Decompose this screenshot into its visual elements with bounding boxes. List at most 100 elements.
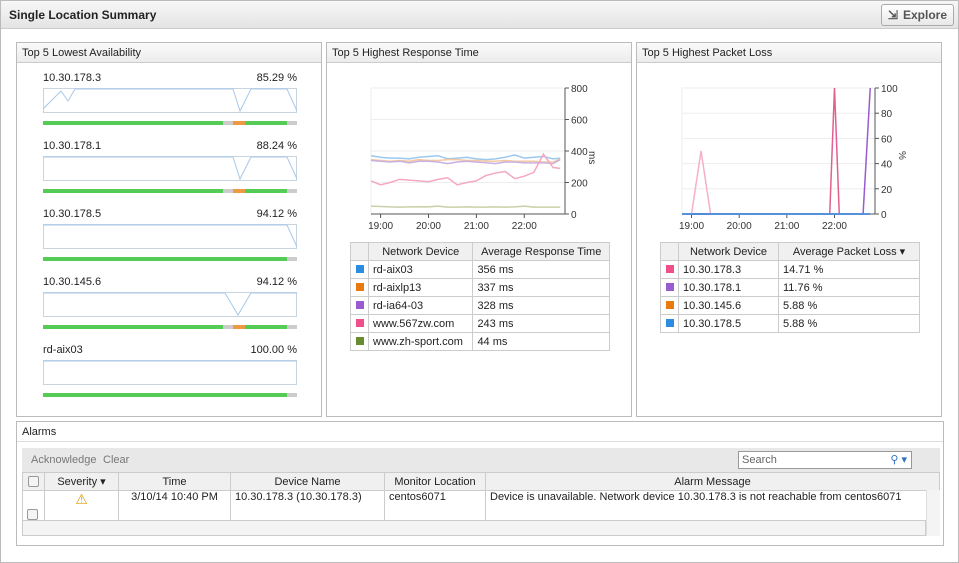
horizontal-scrollbar[interactable] (22, 520, 926, 536)
bar-segment (245, 325, 287, 329)
bar-segment (43, 121, 223, 125)
col-value[interactable]: Average Response Time (472, 242, 610, 261)
row-checkbox[interactable] (27, 508, 38, 520)
alarm-time: 3/10/14 10:40 PM (118, 490, 231, 521)
sparkline (43, 156, 297, 181)
availability-bar (43, 257, 297, 261)
alarm-location: centos6071 (384, 490, 486, 521)
legend-swatch (665, 264, 674, 273)
table-row[interactable]: ⚠ 3/10/14 10:40 PM 10.30.178.3 (10.30.17… (22, 490, 940, 521)
availability-value: 94.12 % (256, 276, 297, 288)
search-icon[interactable]: ⚲ ▾ (890, 453, 907, 466)
sparkline (43, 88, 297, 113)
value: 44 ms (472, 332, 610, 351)
value: 337 ms (472, 278, 610, 297)
x-tick-label: 19:00 (679, 221, 704, 232)
legend-swatch (355, 264, 364, 273)
availability-value: 88.24 % (256, 140, 297, 152)
device-name: 10.30.178.3 (43, 72, 102, 84)
table-row[interactable]: 10.30.178.3 14.71 % (660, 260, 921, 279)
y-axis-label: % (896, 151, 907, 160)
bar-segment (233, 189, 245, 193)
alarms-table: Severity ▾ Time Device Name Monitor Loca… (22, 472, 940, 521)
y-tick-label: 20 (881, 185, 893, 196)
device-name: 10.30.178.1 (43, 140, 102, 152)
table-row[interactable]: rd-aixlp13 337 ms (350, 278, 610, 297)
col-alarm-message[interactable]: Alarm Message (485, 472, 940, 491)
bar-segment (287, 189, 297, 193)
availability-value: 100.00 % (250, 344, 297, 356)
bar-segment (233, 121, 245, 125)
explore-icon: ⇲ (887, 8, 898, 22)
col-time[interactable]: Time (118, 472, 231, 491)
y-tick-label: 400 (571, 147, 588, 158)
packet-loss-chart: 0 20 40 60 80 100% 19:00 20:00 21:00 22:00 (679, 84, 907, 232)
device-name: www.567zw.com (367, 314, 474, 333)
availability-bar (43, 325, 297, 329)
value: 356 ms (472, 260, 610, 279)
explore-label: Explore (902, 8, 947, 22)
device-name: 10.30.145.6 (43, 276, 102, 288)
col-severity[interactable]: Severity ▾ (44, 472, 119, 491)
bar-segment (287, 121, 297, 125)
header-bar: Single Location Summary ⇲ Explore (1, 1, 958, 29)
table-row[interactable]: 10.30.178.1 11.76 % (660, 278, 921, 297)
bar-segment (43, 325, 223, 329)
availability-value: 94.12 % (256, 208, 297, 220)
bar-segment (223, 189, 233, 193)
value: 14.71 % (777, 260, 921, 279)
table-row[interactable]: www.zh-sport.com 44 ms (350, 332, 610, 351)
device-name: 10.30.145.6 (678, 296, 779, 315)
bar-segment (43, 189, 223, 193)
bar-segment (223, 121, 233, 125)
x-tick-label: 22:00 (512, 221, 537, 232)
table-row[interactable]: 10.30.178.5 5.88 % (660, 314, 921, 333)
response-time-chart: 0 200 400 600 800 ms 19:00 20:00 21:00 22:00 (368, 84, 597, 232)
value: 11.76 % (777, 278, 921, 297)
sparkline (43, 292, 297, 317)
device-name: rd-ia64-03 (367, 296, 474, 315)
panel-title: Top 5 Lowest Availability (17, 43, 321, 63)
sparkline (43, 224, 297, 249)
clear-button[interactable]: Clear (103, 454, 129, 466)
device-name: 10.30.178.3 (678, 260, 779, 279)
col-device[interactable]: Network Device (678, 242, 779, 261)
col-device[interactable]: Network Device (367, 242, 474, 261)
response-time-panel: Top 5 Highest Response Time 0 200 400 600 80… (326, 42, 632, 417)
table-row[interactable]: www.567zw.com 243 ms (350, 314, 610, 333)
y-tick-label: 0 (881, 210, 887, 221)
vertical-scrollbar[interactable] (926, 490, 940, 536)
y-tick-label: 600 (571, 116, 588, 127)
bar-segment (287, 257, 297, 261)
table-row[interactable]: rd-ia64-03 328 ms (350, 296, 610, 315)
value: 5.88 % (777, 314, 921, 333)
panel-title: Alarms (17, 422, 943, 442)
availability-value: 85.29 % (256, 72, 297, 84)
packet-loss-panel: Top 5 Highest Packet Loss 0 20 40 60 80 100% 1… (636, 42, 942, 417)
device-name: 10.30.178.5 (678, 314, 779, 333)
legend-swatch (665, 282, 674, 291)
alarm-device: 10.30.178.3 (10.30.178.3) (230, 490, 385, 521)
search-input[interactable]: Search ⚲ ▾ (738, 451, 912, 469)
col-monitor-location[interactable]: Monitor Location (384, 472, 486, 491)
col-value[interactable]: Average Packet Loss ▾ (777, 242, 921, 261)
bar-segment (245, 121, 287, 125)
select-all-checkbox[interactable] (28, 476, 39, 488)
alarm-message: Device is unavailable. Network device 10… (485, 490, 940, 521)
table-row[interactable]: 10.30.145.6 5.88 % (660, 296, 921, 315)
availability-panel: Top 5 Lowest Availability 10.30.178.3 85.… (16, 42, 322, 417)
x-tick-label: 19:00 (368, 221, 393, 232)
alarms-toolbar: Acknowledge Clear Search ⚲ ▾ (22, 448, 940, 472)
col-device-name[interactable]: Device Name (230, 472, 385, 491)
explore-button[interactable]: ⇲ Explore (880, 4, 954, 26)
legend-swatch (355, 300, 364, 309)
device-name: rd-aixlp13 (367, 278, 474, 297)
table-row[interactable]: rd-aix03 356 ms (350, 260, 610, 279)
y-tick-label: 40 (881, 160, 893, 171)
device-name: www.zh-sport.com (367, 332, 474, 351)
y-tick-label: 0 (571, 210, 577, 221)
bar-segment (287, 393, 297, 397)
legend-swatch (665, 300, 674, 309)
availability-bar (43, 189, 297, 193)
acknowledge-button[interactable]: Acknowledge (31, 454, 96, 466)
